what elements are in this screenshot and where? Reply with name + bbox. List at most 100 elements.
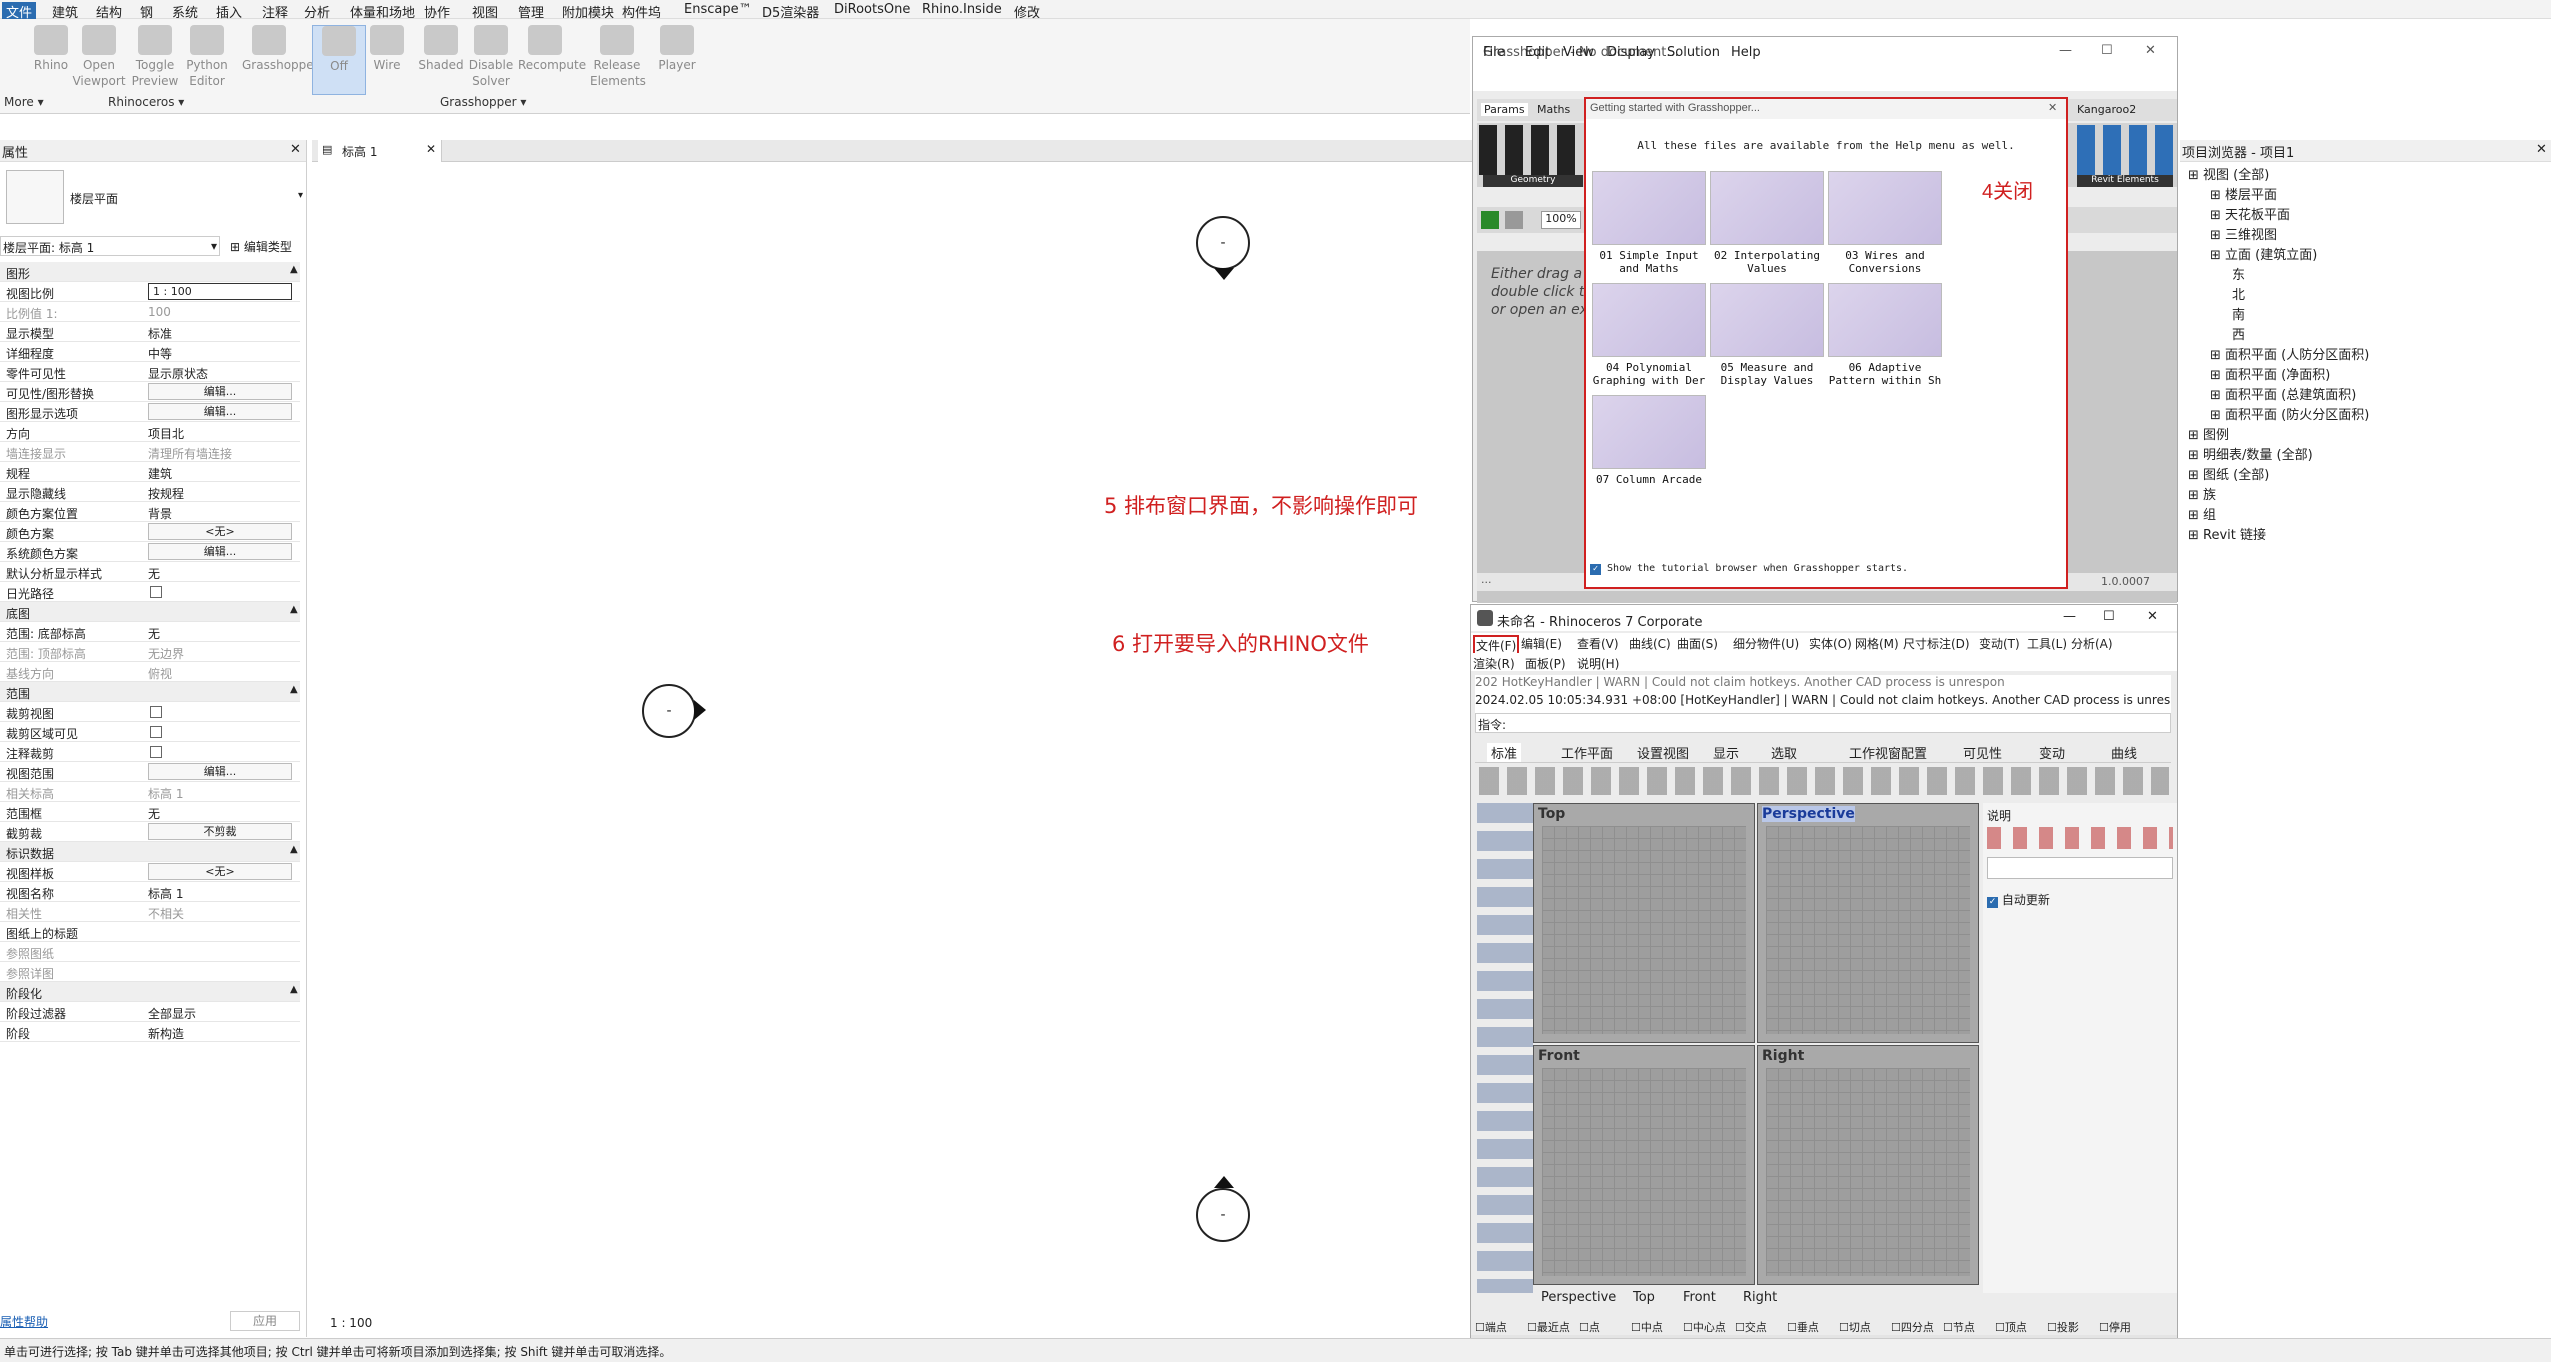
menu-item-14[interactable]: Enscape™	[684, 2, 752, 17]
gh-menu-item[interactable]: Help	[1731, 45, 1761, 60]
rhino-menu-item[interactable]: 变动(T)	[1979, 635, 2020, 652]
osnap-checkbox[interactable]: ☐点	[1579, 1319, 1600, 1335]
expand-icon[interactable]: ⊞	[2188, 508, 2203, 523]
property-row[interactable]: 图形 ▲	[0, 262, 300, 282]
property-checkbox[interactable]	[150, 726, 162, 738]
save-icon[interactable]	[1505, 211, 1523, 229]
standard-toolbar[interactable]	[1479, 767, 2169, 795]
geometry-components[interactable]	[1479, 125, 1579, 175]
ribbon-button-4[interactable]: Grasshopper	[242, 25, 319, 73]
osnap-checkbox[interactable]: ☐切点	[1839, 1319, 1871, 1335]
tutorial-tile[interactable]: 07 Column Arcade	[1592, 395, 1706, 486]
close-icon[interactable]: ✕	[2147, 609, 2158, 624]
viewport-perspective[interactable]: Perspective	[1757, 803, 1979, 1043]
panel-icons[interactable]	[1987, 827, 2173, 849]
tab-params[interactable]: Params	[1481, 103, 1528, 116]
gh-menu-item[interactable]: View	[1563, 45, 1594, 60]
property-button[interactable]: 编辑...	[148, 383, 292, 400]
menu-item-16[interactable]: DiRootsOne	[834, 2, 910, 17]
gh-menu-item[interactable]: Solution	[1667, 45, 1720, 60]
chevron-up-icon[interactable]: ▲	[290, 264, 298, 275]
viewport-tab[interactable]: Perspective	[1541, 1290, 1616, 1305]
expand-icon[interactable]: ⊞	[2210, 228, 2225, 243]
ribbon-button-0[interactable]: Rhino	[24, 25, 78, 73]
ribbon-button-3[interactable]: Python Editor	[180, 25, 234, 89]
show-tutorial-checkbox[interactable]: ✓ Show the tutorial browser when Grassho…	[1590, 563, 1908, 575]
tree-item[interactable]: ⊞ 视图 (全部)	[2188, 164, 2269, 183]
expand-icon[interactable]: ⊞	[2210, 348, 2225, 363]
rhino-tab[interactable]: 变动	[2039, 743, 2065, 762]
property-button[interactable]: 编辑...	[148, 543, 292, 560]
maximize-icon[interactable]: ☐	[2101, 43, 2113, 58]
tree-item[interactable]: 南	[2232, 304, 2245, 323]
expand-icon[interactable]: ⊞	[2210, 388, 2225, 403]
viewport-tab[interactable]: Front	[1683, 1290, 1716, 1305]
edit-type-button[interactable]: ⊞ 编辑类型	[228, 236, 302, 256]
ribbon-button-7[interactable]: Shaded	[414, 25, 468, 73]
expand-icon[interactable]: ⊞	[2188, 468, 2203, 483]
ribbon-button-1[interactable]: Open Viewport	[72, 25, 126, 89]
sidebar-toolbar[interactable]	[1477, 803, 1533, 1293]
osnap-checkbox[interactable]: ☐最近点	[1527, 1319, 1570, 1335]
chevron-down-icon[interactable]: ▾	[298, 190, 303, 201]
elevation-tag-north[interactable]: -	[1196, 216, 1250, 270]
menu-item-17[interactable]: Rhino.Inside	[922, 2, 1002, 17]
zoom-field[interactable]: 100%	[1541, 211, 1581, 229]
tree-item[interactable]: ⊞ 组	[2188, 504, 2216, 523]
tree-item[interactable]: 西	[2232, 324, 2245, 343]
ribbon-button-9[interactable]: Recompute	[518, 25, 586, 73]
maximize-icon[interactable]: ☐	[2103, 609, 2115, 624]
property-button[interactable]: 不剪裁	[148, 823, 292, 840]
minimize-icon[interactable]: —	[2059, 43, 2072, 58]
rhino-menu-item[interactable]: 尺寸标注(D)	[1903, 635, 1970, 652]
rhino-menu-item[interactable]: 细分物件(U)	[1733, 635, 1799, 652]
gh-menu-item[interactable]: File	[1483, 45, 1505, 60]
osnap-checkbox[interactable]: ☐中点	[1631, 1319, 1663, 1335]
rhino-tab[interactable]: 标准	[1487, 743, 1522, 762]
chevron-up-icon[interactable]: ▲	[290, 844, 298, 855]
rhino-menu-item[interactable]: 编辑(E)	[1521, 635, 1562, 652]
expand-icon[interactable]: ⊞	[2188, 448, 2203, 463]
tree-item[interactable]: ⊞ 天花板平面	[2210, 204, 2290, 223]
checkbox-icon[interactable]: ☐	[1787, 1321, 1797, 1334]
checkbox-icon[interactable]: ☐	[1943, 1321, 1953, 1334]
tree-item[interactable]: ⊞ 楼层平面	[2210, 184, 2277, 203]
ribbon-button-8[interactable]: Disable Solver	[464, 25, 518, 89]
property-button[interactable]: 编辑...	[148, 763, 292, 780]
tree-item[interactable]: ⊞ 明细表/数量 (全部)	[2188, 444, 2313, 463]
viewport-top[interactable]: Top	[1533, 803, 1755, 1043]
close-icon[interactable]: ✕	[2145, 43, 2156, 58]
tree-item[interactable]: 东	[2232, 264, 2245, 283]
rhino-menu-item[interactable]: 分析(A)	[2071, 635, 2113, 652]
property-row[interactable]: 阶段化 ▲	[0, 982, 300, 1002]
property-input[interactable]: 1 : 100	[148, 283, 292, 300]
rhino-tab[interactable]: 选取	[1771, 743, 1797, 762]
viewport-tab[interactable]: Top	[1633, 1290, 1655, 1305]
osnap-checkbox[interactable]: ☐顶点	[1995, 1319, 2027, 1335]
property-row[interactable]: 范围 ▲	[0, 682, 300, 702]
expand-icon[interactable]: ⊞	[2210, 188, 2225, 203]
tree-item[interactable]: ⊞ 面积平面 (人防分区面积)	[2210, 344, 2369, 363]
expand-icon[interactable]: ⊞	[2210, 408, 2225, 423]
chevron-up-icon[interactable]: ▲	[290, 984, 298, 995]
chevron-up-icon[interactable]: ▲	[290, 604, 298, 615]
rhino-menu-item[interactable]: 面板(P)	[1525, 655, 1566, 672]
tutorial-tile[interactable]: 04 Polynomial Graphing with Der	[1592, 283, 1706, 387]
property-checkbox[interactable]	[150, 586, 162, 598]
expand-icon[interactable]: ⊞	[2210, 248, 2225, 263]
rhino-tab[interactable]: 设置视图	[1637, 743, 1689, 762]
apply-button[interactable]: 应用	[230, 1311, 300, 1331]
elevation-tag-south[interactable]: -	[1196, 1188, 1250, 1242]
expand-icon[interactable]: ⊞	[2188, 528, 2203, 543]
osnap-checkbox[interactable]: ☐端点	[1475, 1319, 1507, 1335]
checkbox-icon[interactable]: ☐	[1683, 1321, 1693, 1334]
rhino-menu-item[interactable]: 网格(M)	[1855, 635, 1899, 652]
rhino-menu-item[interactable]: 渲染(R)	[1473, 655, 1515, 672]
close-icon[interactable]: ✕	[290, 142, 301, 157]
viewport-right[interactable]: Right	[1757, 1045, 1979, 1285]
property-button[interactable]: <无>	[148, 523, 292, 540]
help-input[interactable]	[1987, 857, 2173, 879]
osnap-checkbox[interactable]: ☐停用	[2099, 1319, 2131, 1335]
tree-item[interactable]: ⊞ 图例	[2188, 424, 2229, 443]
checkbox-icon[interactable]: ☐	[1527, 1321, 1537, 1334]
